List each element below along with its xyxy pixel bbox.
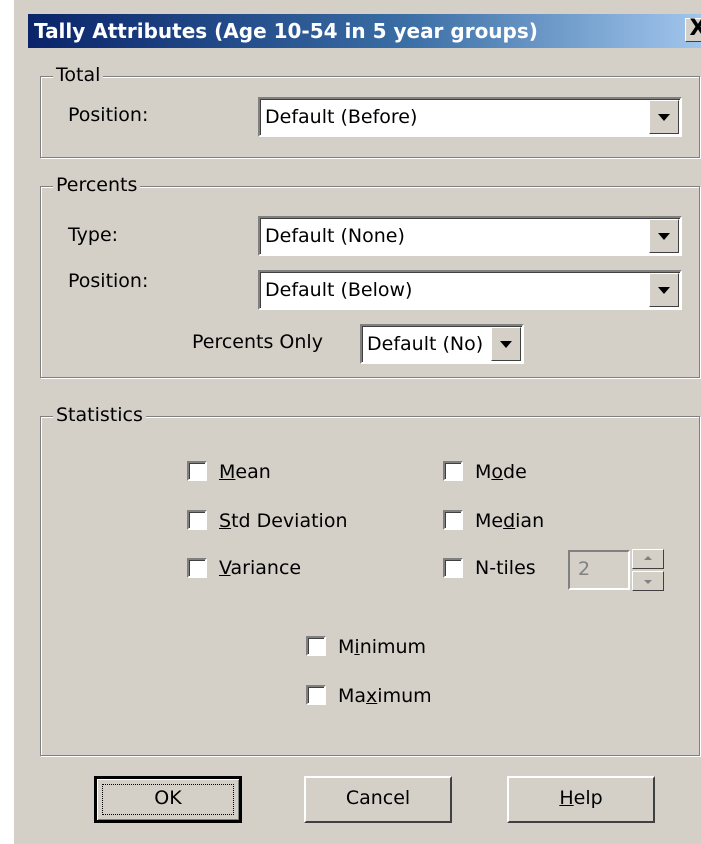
title-bar[interactable]: Tally Attributes (Age 10-54 in 5 year gr… bbox=[28, 14, 701, 48]
chevron-down-icon[interactable] bbox=[649, 100, 679, 134]
percents-type-value: Default (None) bbox=[265, 225, 405, 247]
std-deviation-label[interactable]: Std Deviation bbox=[219, 510, 348, 532]
chevron-down-icon[interactable] bbox=[491, 327, 521, 361]
ntiles-checkbox[interactable] bbox=[443, 558, 463, 578]
minimum-label[interactable]: Minimum bbox=[338, 636, 426, 658]
tally-attributes-dialog: Tally Attributes (Age 10-54 in 5 year gr… bbox=[0, 0, 701, 844]
help-label: Help bbox=[559, 787, 603, 809]
percents-type-select[interactable]: Default (None) bbox=[258, 216, 682, 256]
statistics-group-label: Statistics bbox=[53, 404, 146, 426]
mode-label[interactable]: Mode bbox=[475, 461, 527, 483]
percents-position-label: Position: bbox=[68, 270, 149, 292]
focus-rect bbox=[102, 784, 234, 815]
ntiles-spin-input[interactable]: 2 bbox=[568, 550, 630, 590]
spin-up-icon[interactable] bbox=[632, 549, 664, 569]
total-position-select[interactable]: Default (Before) bbox=[258, 97, 682, 137]
percents-only-select[interactable]: Default (No) bbox=[360, 324, 524, 364]
percents-position-select[interactable]: Default (Below) bbox=[258, 270, 682, 310]
mean-checkbox[interactable] bbox=[187, 461, 207, 481]
spin-down-icon[interactable] bbox=[632, 571, 664, 591]
percents-only-value: Default (No) bbox=[367, 333, 484, 355]
cancel-label: Cancel bbox=[345, 787, 411, 809]
ntiles-label[interactable]: N-tiles bbox=[475, 557, 536, 579]
window-title: Tally Attributes (Age 10-54 in 5 year gr… bbox=[34, 19, 538, 43]
chevron-down-icon[interactable] bbox=[649, 219, 679, 253]
std-deviation-checkbox[interactable] bbox=[187, 510, 207, 530]
mode-checkbox[interactable] bbox=[443, 461, 463, 481]
chevron-down-icon[interactable] bbox=[649, 273, 679, 307]
median-label[interactable]: Median bbox=[475, 510, 544, 532]
close-button[interactable]: X bbox=[685, 18, 701, 42]
total-position-label: Position: bbox=[68, 104, 149, 126]
percents-position-value: Default (Below) bbox=[265, 279, 413, 301]
ok-button[interactable]: OK bbox=[94, 776, 242, 823]
maximum-checkbox[interactable] bbox=[306, 685, 326, 705]
percents-only-label: Percents Only bbox=[192, 331, 323, 353]
help-button[interactable]: Help bbox=[507, 776, 655, 823]
mean-label[interactable]: Mean bbox=[219, 461, 271, 483]
cancel-button[interactable]: Cancel bbox=[304, 776, 452, 823]
minimum-checkbox[interactable] bbox=[306, 636, 326, 656]
variance-label[interactable]: Variance bbox=[219, 557, 301, 579]
total-group-label: Total bbox=[53, 64, 104, 86]
variance-checkbox[interactable] bbox=[187, 558, 207, 578]
percents-group-label: Percents bbox=[53, 174, 141, 196]
percents-type-label: Type: bbox=[68, 224, 119, 246]
close-icon: X bbox=[689, 16, 701, 41]
median-checkbox[interactable] bbox=[443, 510, 463, 530]
maximum-label[interactable]: Maximum bbox=[338, 685, 432, 707]
total-position-value: Default (Before) bbox=[265, 106, 418, 128]
